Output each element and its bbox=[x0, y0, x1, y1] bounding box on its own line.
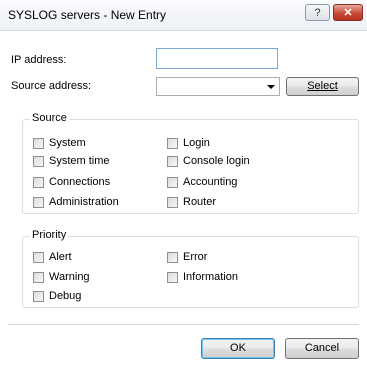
checkbox-box[interactable] bbox=[33, 155, 44, 167]
checkbox-alert[interactable]: Alert bbox=[33, 250, 72, 264]
checkbox-box[interactable] bbox=[33, 290, 44, 302]
ok-button-label: OK bbox=[230, 342, 246, 354]
checkbox-system[interactable]: System bbox=[33, 136, 86, 150]
checkbox-label: Connections bbox=[49, 176, 111, 188]
checkbox-box[interactable] bbox=[33, 137, 44, 149]
checkbox-box[interactable] bbox=[33, 196, 44, 208]
checkbox-label: System bbox=[49, 137, 86, 149]
title-bar[interactable]: SYSLOG servers - New Entry ? ✕ bbox=[0, 0, 367, 31]
checkbox-label: Warning bbox=[49, 271, 90, 283]
checkbox-information[interactable]: Information bbox=[167, 270, 238, 284]
checkbox-box[interactable] bbox=[33, 271, 44, 283]
checkbox-box[interactable] bbox=[33, 176, 44, 188]
checkbox-system-time[interactable]: System time bbox=[33, 154, 110, 168]
window-title: SYSLOG servers - New Entry bbox=[8, 8, 167, 22]
checkbox-accounting[interactable]: Accounting bbox=[167, 175, 237, 189]
cancel-button-label: Cancel bbox=[304, 342, 340, 354]
checkbox-label: Console login bbox=[183, 155, 250, 167]
help-icon: ? bbox=[314, 7, 321, 19]
close-button[interactable]: ✕ bbox=[333, 4, 363, 21]
ip-address-label: IP address: bbox=[11, 54, 67, 66]
checkbox-label: Router bbox=[183, 196, 217, 208]
separator bbox=[8, 324, 359, 325]
checkbox-administration[interactable]: Administration bbox=[33, 195, 119, 209]
checkbox-login[interactable]: Login bbox=[167, 136, 210, 150]
checkbox-box[interactable] bbox=[167, 196, 178, 208]
cancel-button[interactable]: Cancel bbox=[285, 338, 359, 359]
checkbox-label: Debug bbox=[49, 290, 82, 302]
checkbox-label: System time bbox=[49, 155, 110, 167]
select-button-label: Select bbox=[307, 80, 338, 92]
chevron-down-icon bbox=[267, 85, 275, 89]
checkbox-console-login[interactable]: Console login bbox=[167, 154, 250, 168]
checkbox-connections[interactable]: Connections bbox=[33, 175, 110, 189]
checkbox-box[interactable] bbox=[167, 137, 178, 149]
checkbox-label: Administration bbox=[49, 196, 119, 208]
checkbox-box[interactable] bbox=[33, 251, 44, 263]
checkbox-box[interactable] bbox=[167, 271, 178, 283]
checkbox-router[interactable]: Router bbox=[167, 195, 216, 209]
checkbox-label: Accounting bbox=[183, 176, 238, 188]
checkbox-label: Error bbox=[183, 251, 208, 263]
ip-address-input[interactable] bbox=[156, 48, 278, 69]
checkbox-warning[interactable]: Warning bbox=[33, 270, 90, 284]
checkbox-box[interactable] bbox=[167, 176, 178, 188]
checkbox-label: Login bbox=[183, 137, 210, 149]
help-button[interactable]: ? bbox=[305, 4, 330, 21]
checkbox-debug[interactable]: Debug bbox=[33, 289, 81, 303]
source-group-title: Source bbox=[30, 112, 69, 124]
select-button[interactable]: Select bbox=[286, 77, 359, 96]
ok-button[interactable]: OK bbox=[201, 338, 275, 359]
checkbox-label: Information bbox=[183, 271, 239, 283]
source-address-dropdown[interactable] bbox=[156, 77, 280, 96]
priority-group-title: Priority bbox=[30, 229, 69, 241]
source-address-label: Source address: bbox=[11, 80, 92, 92]
close-icon: ✕ bbox=[343, 7, 353, 19]
checkbox-box[interactable] bbox=[167, 251, 178, 263]
checkbox-label: Alert bbox=[49, 251, 72, 263]
checkbox-box[interactable] bbox=[167, 155, 178, 167]
checkbox-error[interactable]: Error bbox=[167, 250, 207, 264]
